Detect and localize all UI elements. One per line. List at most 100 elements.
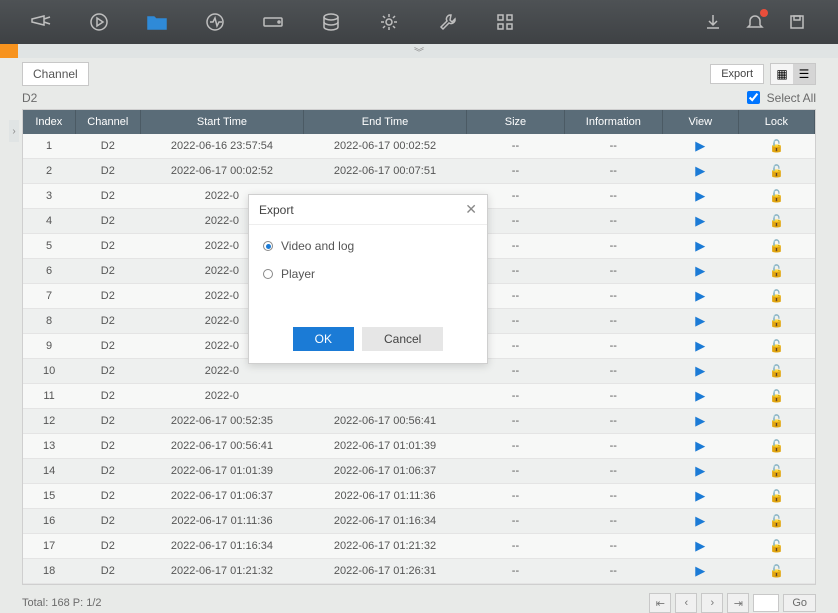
col-header[interactable]: Channel (75, 110, 140, 134)
settings-icon[interactable] (378, 11, 400, 33)
play-icon[interactable]: ▶ (695, 288, 705, 303)
maintenance-icon[interactable] (436, 11, 458, 33)
col-header[interactable]: Index (23, 110, 75, 134)
unlock-icon[interactable]: 🔓 (769, 464, 784, 478)
hdd-icon[interactable] (262, 11, 284, 33)
play-icon[interactable]: ▶ (695, 163, 705, 178)
play-icon[interactable]: ▶ (695, 538, 705, 553)
camera-icon[interactable] (30, 11, 52, 33)
cell: -- (564, 384, 662, 409)
close-icon[interactable]: ✕ (465, 201, 477, 218)
radio-icon[interactable] (263, 269, 273, 279)
cell: D2 (75, 184, 140, 209)
play-icon[interactable]: ▶ (695, 438, 705, 453)
select-all-input[interactable] (747, 91, 760, 104)
cell: 3 (23, 184, 75, 209)
grid-view-icon[interactable]: ▦ (771, 64, 793, 84)
storage-icon[interactable] (320, 11, 342, 33)
list-view-icon[interactable]: ☰ (793, 64, 815, 84)
export-button[interactable]: Export (710, 64, 764, 84)
collapse-handle[interactable]: ︾ (0, 44, 838, 58)
total-label: Total: 168 P: 1/2 (22, 597, 102, 609)
unlock-icon[interactable]: 🔓 (769, 339, 784, 353)
unlock-icon[interactable]: 🔓 (769, 139, 784, 153)
col-header[interactable]: View (662, 110, 738, 134)
play-icon[interactable]: ▶ (695, 463, 705, 478)
channel-tab[interactable]: Channel (22, 62, 89, 86)
unlock-icon[interactable]: 🔓 (769, 314, 784, 328)
table-row[interactable]: 14D22022-06-17 01:01:392022-06-17 01:06:… (23, 459, 815, 484)
play-icon[interactable]: ▶ (695, 138, 705, 153)
col-header[interactable]: Start Time (140, 110, 303, 134)
play-icon[interactable]: ▶ (695, 413, 705, 428)
page-input[interactable] (753, 594, 779, 612)
last-page-icon[interactable]: ⇥ (727, 593, 749, 613)
save-icon[interactable] (786, 11, 808, 33)
first-page-icon[interactable]: ⇤ (649, 593, 671, 613)
unlock-icon[interactable]: 🔓 (769, 364, 784, 378)
unlock-icon[interactable]: 🔓 (769, 214, 784, 228)
unlock-icon[interactable]: 🔓 (769, 164, 784, 178)
col-header[interactable]: Size (467, 110, 565, 134)
cell: -- (564, 434, 662, 459)
cell: D2 (75, 359, 140, 384)
cell: 2022-06-17 00:52:35 (140, 409, 303, 434)
table-row[interactable]: 15D22022-06-17 01:06:372022-06-17 01:11:… (23, 484, 815, 509)
cell: 2022-06-17 00:07:51 (303, 159, 466, 184)
play-icon[interactable]: ▶ (695, 188, 705, 203)
folder-icon[interactable] (146, 11, 168, 33)
cell: 2022-06-17 01:06:37 (140, 484, 303, 509)
cell: D2 (75, 434, 140, 459)
play-icon[interactable]: ▶ (695, 563, 705, 578)
play-icon[interactable]: ▶ (695, 238, 705, 253)
status-icon[interactable] (204, 11, 226, 33)
play-icon[interactable]: ▶ (695, 213, 705, 228)
unlock-icon[interactable]: 🔓 (769, 289, 784, 303)
table-row[interactable]: 1D22022-06-16 23:57:542022-06-17 00:02:5… (23, 134, 815, 159)
play-icon[interactable]: ▶ (695, 313, 705, 328)
sidebar-expand-icon[interactable]: › (9, 120, 19, 142)
play-icon[interactable]: ▶ (695, 363, 705, 378)
cell: 2022-06-17 00:02:52 (140, 159, 303, 184)
unlock-icon[interactable]: 🔓 (769, 439, 784, 453)
table-row[interactable]: 11D22022-0----▶🔓 (23, 384, 815, 409)
table-row[interactable]: 13D22022-06-17 00:56:412022-06-17 01:01:… (23, 434, 815, 459)
unlock-icon[interactable]: 🔓 (769, 514, 784, 528)
unlock-icon[interactable]: 🔓 (769, 539, 784, 553)
unlock-icon[interactable]: 🔓 (769, 564, 784, 578)
unlock-icon[interactable]: 🔓 (769, 414, 784, 428)
unlock-icon[interactable]: 🔓 (769, 489, 784, 503)
table-row[interactable]: 17D22022-06-17 01:16:342022-06-17 01:21:… (23, 534, 815, 559)
play-icon[interactable]: ▶ (695, 388, 705, 403)
table-row[interactable]: 12D22022-06-17 00:52:352022-06-17 00:56:… (23, 409, 815, 434)
table-row[interactable]: 18D22022-06-17 01:21:322022-06-17 01:26:… (23, 559, 815, 584)
playback-icon[interactable] (88, 11, 110, 33)
download-icon[interactable] (702, 11, 724, 33)
col-header[interactable]: Lock (738, 110, 814, 134)
select-all-checkbox[interactable]: Select All (743, 88, 816, 107)
go-button[interactable]: Go (783, 594, 816, 612)
unlock-icon[interactable]: 🔓 (769, 389, 784, 403)
unlock-icon[interactable]: 🔓 (769, 264, 784, 278)
option-label: Player (281, 267, 315, 281)
unlock-icon[interactable]: 🔓 (769, 239, 784, 253)
prev-page-icon[interactable]: ‹ (675, 593, 697, 613)
next-page-icon[interactable]: › (701, 593, 723, 613)
apps-icon[interactable] (494, 11, 516, 33)
play-icon[interactable]: ▶ (695, 338, 705, 353)
cancel-button[interactable]: Cancel (362, 327, 443, 351)
play-icon[interactable]: ▶ (695, 488, 705, 503)
radio-icon[interactable] (263, 241, 273, 251)
play-icon[interactable]: ▶ (695, 263, 705, 278)
table-row[interactable]: 16D22022-06-17 01:11:362022-06-17 01:16:… (23, 509, 815, 534)
table-row[interactable]: 2D22022-06-17 00:02:522022-06-17 00:07:5… (23, 159, 815, 184)
col-header[interactable]: Information (564, 110, 662, 134)
play-icon[interactable]: ▶ (695, 513, 705, 528)
col-header[interactable]: End Time (303, 110, 466, 134)
option-player[interactable]: Player (263, 267, 473, 281)
unlock-icon[interactable]: 🔓 (769, 189, 784, 203)
cell: -- (564, 534, 662, 559)
ok-button[interactable]: OK (293, 327, 354, 351)
alarm-icon[interactable] (744, 11, 766, 33)
option-video-and-log[interactable]: Video and log (263, 239, 473, 253)
